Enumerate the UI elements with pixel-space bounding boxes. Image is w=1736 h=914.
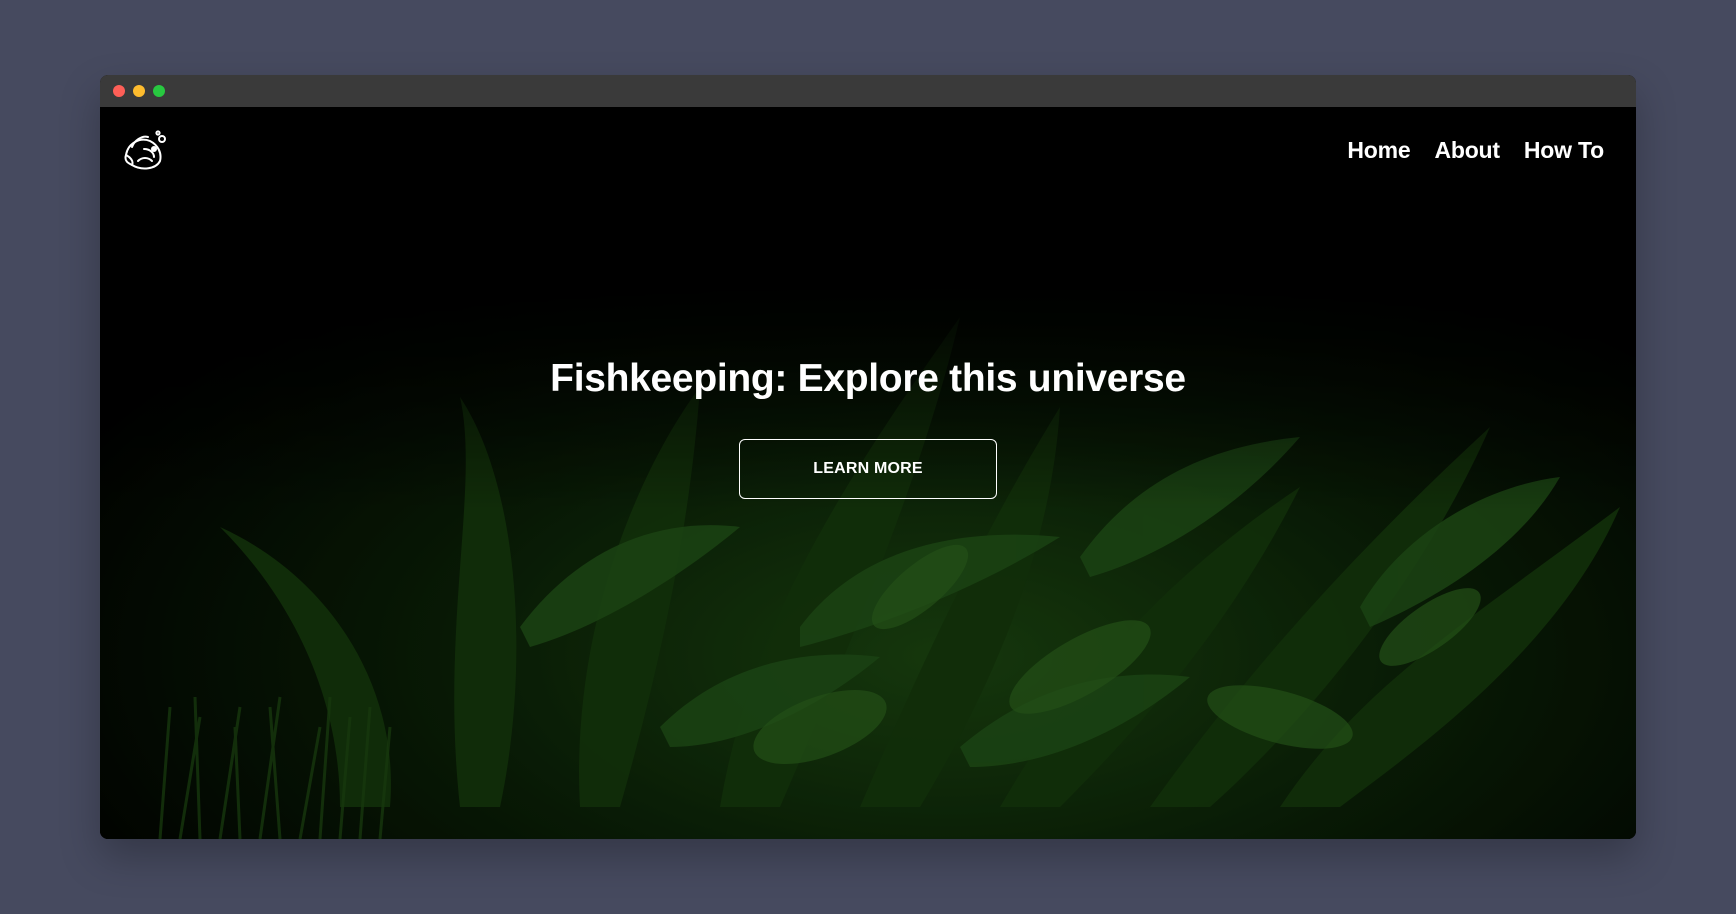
nav-home-link[interactable]: Home	[1347, 137, 1410, 164]
browser-window: Home About How To Fishkeeping: Explore t…	[100, 75, 1636, 839]
nav-howto-link[interactable]: How To	[1524, 137, 1604, 164]
hero-title: Fishkeeping: Explore this universe	[550, 357, 1186, 400]
nav-links: Home About How To	[1347, 137, 1604, 164]
minimize-window-button[interactable]	[133, 85, 145, 97]
close-window-button[interactable]	[113, 85, 125, 97]
top-navbar: Home About How To	[100, 107, 1636, 197]
maximize-window-button[interactable]	[153, 85, 165, 97]
nav-about-link[interactable]: About	[1434, 137, 1500, 164]
window-titlebar	[100, 75, 1636, 107]
hero-section: Fishkeeping: Explore this universe LEARN…	[100, 357, 1636, 499]
learn-more-button[interactable]: LEARN MORE	[739, 439, 997, 499]
page-viewport: Home About How To Fishkeeping: Explore t…	[100, 107, 1636, 839]
fish-icon[interactable]	[120, 127, 168, 175]
